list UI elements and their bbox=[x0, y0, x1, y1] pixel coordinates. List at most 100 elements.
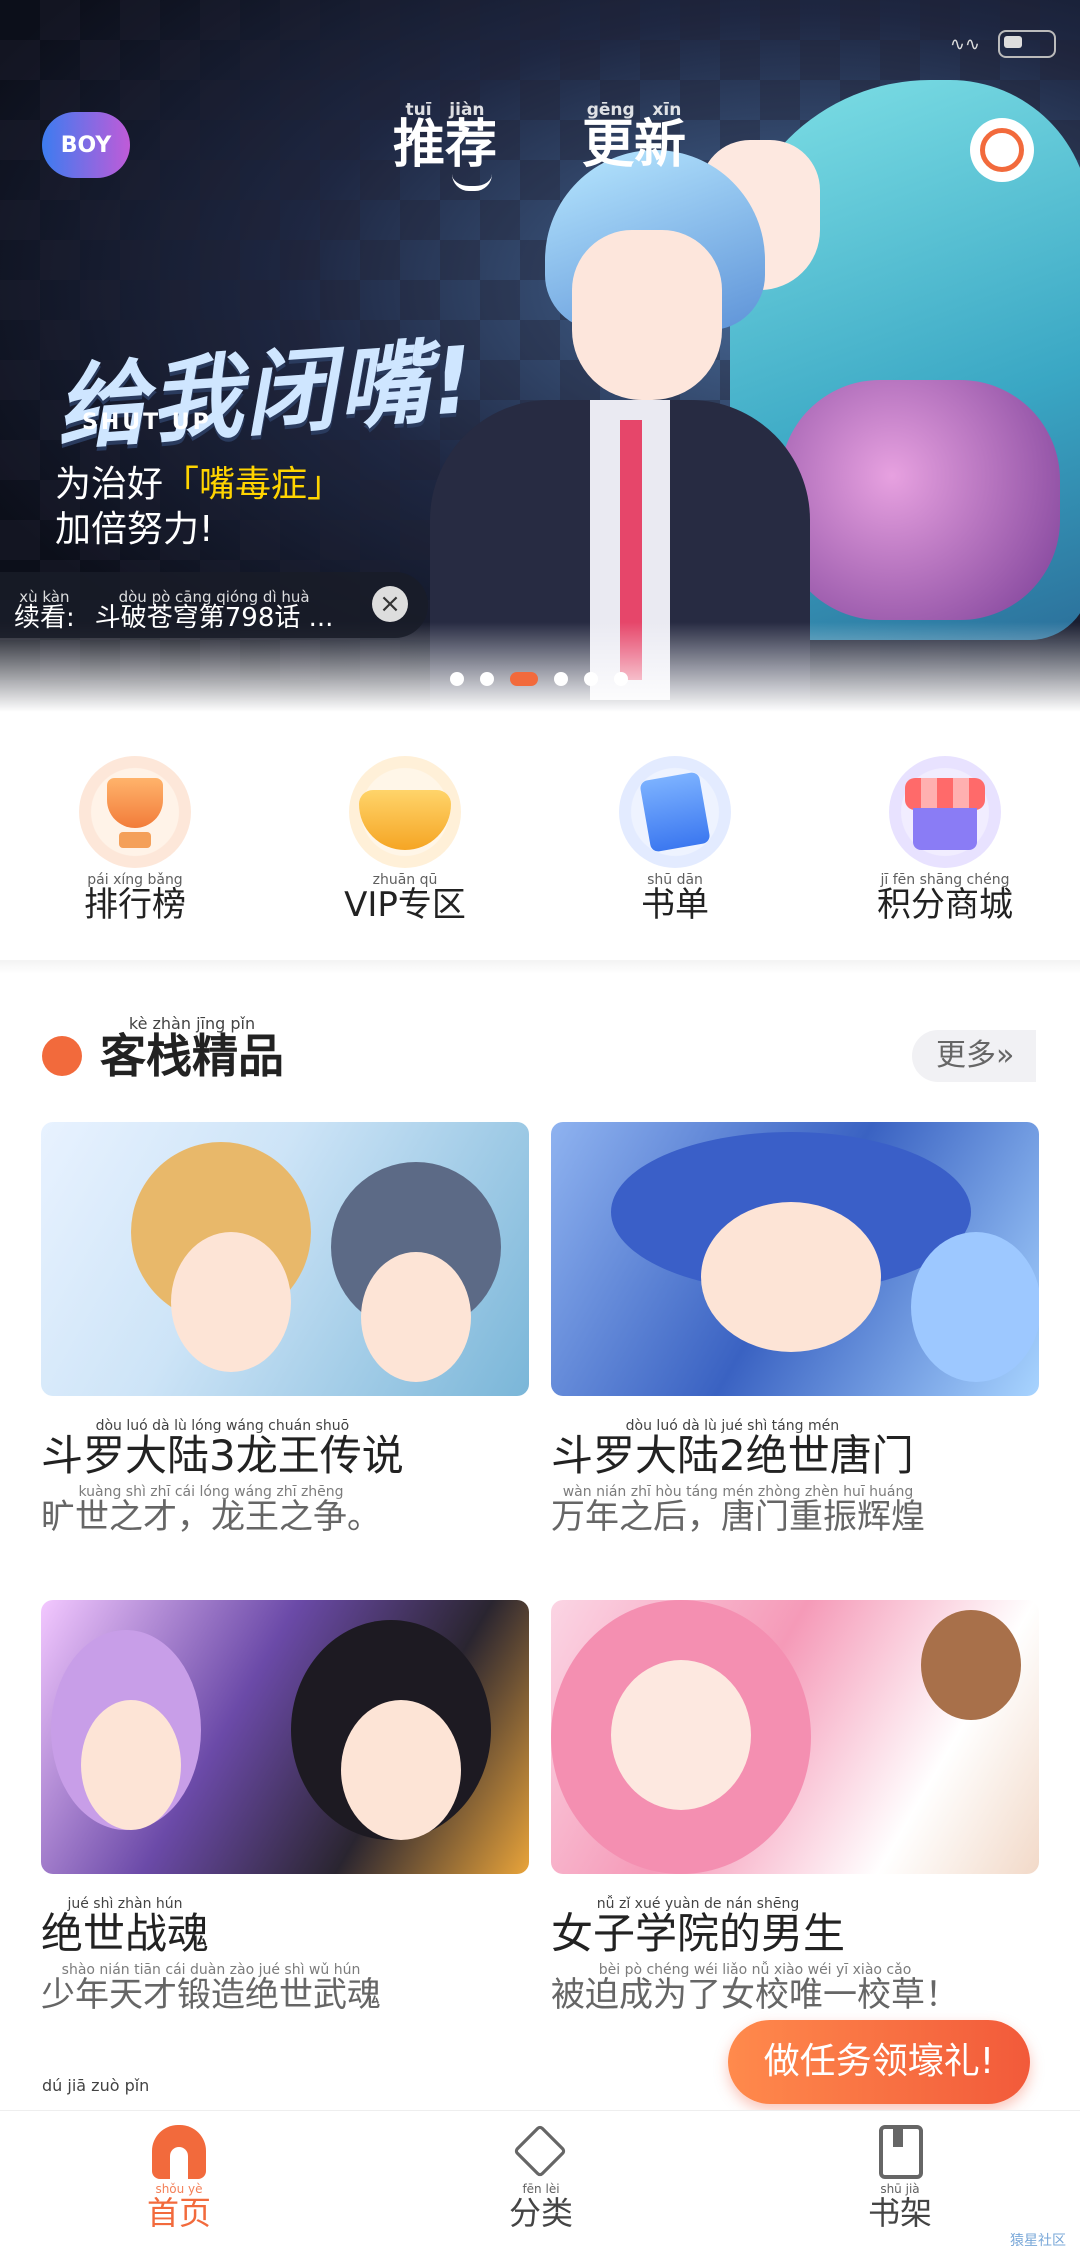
section-title-text: 客栈精品 bbox=[100, 1029, 284, 1083]
more-label: 更多 bbox=[936, 1038, 996, 1073]
continue-value-pinyin: dòu pò cāng qióng dì huà bbox=[118, 587, 310, 606]
banner-tagline-highlight: 「嘴毒症」 bbox=[163, 464, 344, 505]
comic-title-pinyin: dòu luó dà lù lóng wáng chuán shuō bbox=[95, 1418, 350, 1434]
section-divider bbox=[0, 960, 1080, 974]
continue-value: dòu pò cāng qióng dì huà 斗破苍穹第798话 ... bbox=[95, 589, 334, 632]
comic-desc-pinyin: bèi pò chéng wéi liǎo nǚ xiào wéi yī xià… bbox=[598, 1962, 912, 1979]
comic-desc-pinyin: shào nián tiān cái duàn zào jué shì wǔ h… bbox=[61, 1962, 361, 1979]
quick-link-label: shū dān 书单 bbox=[641, 872, 709, 924]
quick-links: pái xíng bǎng 排行榜 zhuān qū VIP专区 shū dān… bbox=[0, 730, 1080, 960]
comic-desc-pinyin: kuàng shì zhī cái lóng wáng zhī zhēng bbox=[78, 1484, 344, 1501]
continue-label-text: 续看: bbox=[14, 602, 75, 633]
comic-title-pinyin: nǚ zǐ xué yuàn de nán shēng bbox=[596, 1896, 800, 1912]
comic-desc-text: 万年之后，唐门重振辉煌 bbox=[551, 1497, 925, 1538]
continue-label-pinyin: xù kàn bbox=[19, 587, 70, 606]
close-icon[interactable]: × bbox=[372, 586, 408, 622]
comic-cover bbox=[41, 1600, 529, 1874]
carousel-dot bbox=[480, 672, 494, 686]
banner-tagline-2: 加倍努力! bbox=[55, 509, 214, 550]
tab-recommend-pinyin: tuī jiàn bbox=[405, 100, 485, 120]
section-title-pinyin: kè zhàn jīng pǐn bbox=[128, 1014, 256, 1033]
gender-toggle-button[interactable]: BOY bbox=[42, 112, 130, 178]
comic-card[interactable]: nǚ zǐ xué yuàn de nán shēng 女子学院的男生 bèi … bbox=[551, 1600, 1039, 2014]
quick-link-ranking[interactable]: pái xíng bǎng 排行榜 bbox=[35, 730, 235, 924]
nav-bookshelf[interactable]: shū jià 书架 bbox=[800, 2111, 1000, 2231]
tab-update[interactable]: gēng xīn 更新 bbox=[582, 102, 686, 173]
next-section-pinyin: dú jiā zuò pǐn bbox=[42, 2076, 150, 2095]
comic-title: dòu luó dà lù lóng wáng chuán shuō 斗罗大陆3… bbox=[41, 1418, 404, 1478]
task-reward-button[interactable]: 做任务领壕礼! bbox=[728, 2020, 1030, 2104]
banner-character-dress bbox=[780, 380, 1060, 620]
carousel-dot bbox=[450, 672, 464, 686]
book-list-icon bbox=[619, 756, 731, 868]
continue-label: xù kàn 续看: bbox=[14, 589, 75, 632]
search-button[interactable] bbox=[970, 118, 1034, 182]
comic-desc-text: 旷世之才，龙王之争。 bbox=[41, 1497, 381, 1538]
nav-text: 分类 bbox=[508, 2194, 573, 2232]
quick-link-pinyin: jī fēn shāng chéng bbox=[880, 872, 1010, 888]
quick-link-label: pái xíng bǎng 排行榜 bbox=[84, 872, 186, 924]
comic-desc-text: 被迫成为了女校唯一校草！ bbox=[551, 1975, 959, 2016]
nav-pinyin: shǒu yè bbox=[155, 2182, 203, 2196]
trophy-icon bbox=[79, 756, 191, 868]
banner-subtitle: SHUT UP bbox=[82, 410, 212, 435]
quick-link-pinyin: shū dān bbox=[647, 872, 703, 888]
signal-icon: ∿∿ bbox=[949, 33, 980, 55]
crown-icon bbox=[349, 756, 461, 868]
nav-pinyin: shū jià bbox=[880, 2182, 920, 2196]
quick-link-vip[interactable]: zhuān qū VIP专区 bbox=[305, 730, 505, 924]
carousel-dot-active bbox=[510, 672, 538, 686]
quick-link-booklist[interactable]: shū dān 书单 bbox=[575, 730, 775, 924]
quick-link-text: 积分商城 bbox=[877, 885, 1013, 925]
quick-link-label: jī fēn shāng chéng 积分商城 bbox=[877, 872, 1013, 924]
quick-link-label: zhuān qū VIP专区 bbox=[344, 872, 466, 924]
banner-character-boy-face bbox=[572, 230, 722, 400]
banner-tagline-prefix: 为治好 bbox=[55, 464, 164, 505]
nav-category[interactable]: fēn lèi 分类 bbox=[441, 2111, 641, 2231]
continue-reading-bar[interactable]: xù kàn 续看: dòu pò cāng qióng dì huà 斗破苍穹… bbox=[0, 572, 428, 638]
nav-label: fēn lèi 分类 bbox=[509, 2181, 573, 2231]
status-bar: ∿∿ bbox=[950, 30, 1056, 58]
tab-recommend[interactable]: tuī jiàn 推荐 bbox=[393, 102, 497, 173]
comic-cover bbox=[41, 1122, 529, 1396]
next-section-title: dú jiā zuò pǐn bbox=[42, 2078, 149, 2094]
continue-value-text: 斗破苍穹第798话 ... bbox=[94, 602, 334, 633]
quick-link-text: VIP专区 bbox=[344, 885, 466, 925]
comic-description: kuàng shì zhī cái lóng wáng zhī zhēng 旷世… bbox=[41, 1484, 381, 1536]
home-icon bbox=[152, 2125, 206, 2179]
comic-card[interactable]: dòu luó dà lù jué shì táng mén 斗罗大陆2绝世唐门… bbox=[551, 1122, 1039, 1536]
watermark: 猿星社区 bbox=[1010, 2233, 1066, 2249]
comic-cover bbox=[551, 1600, 1039, 1874]
nav-home[interactable]: shǒu yè 首页 bbox=[79, 2111, 279, 2231]
more-button[interactable]: 更多» bbox=[912, 1030, 1036, 1082]
comic-title: dòu luó dà lù jué shì táng mén 斗罗大陆2绝世唐门 bbox=[551, 1418, 914, 1478]
quick-link-text: 排行榜 bbox=[84, 885, 186, 925]
search-icon bbox=[980, 128, 1024, 172]
comic-title: jué shì zhàn hún 绝世战魂 bbox=[41, 1896, 209, 1956]
comic-description: wàn nián zhī hòu táng mén zhòng zhèn huī… bbox=[551, 1484, 925, 1536]
comic-card[interactable]: jué shì zhàn hún 绝世战魂 shào nián tiān cái… bbox=[41, 1600, 529, 2014]
battery-icon bbox=[998, 30, 1056, 58]
nav-label: shǒu yè 首页 bbox=[147, 2181, 211, 2231]
comic-card[interactable]: dòu luó dà lù lóng wáng chuán shuō 斗罗大陆3… bbox=[41, 1122, 529, 1536]
chevron-right-icon: » bbox=[996, 1038, 1015, 1073]
tab-update-pinyin: gēng xīn bbox=[586, 100, 682, 120]
comic-title-text: 斗罗大陆3龙王传说 bbox=[41, 1431, 404, 1480]
comic-desc-text: 少年天才锻造绝世武魂 bbox=[41, 1975, 381, 2016]
carousel-dot bbox=[584, 672, 598, 686]
nav-label: shū jià 书架 bbox=[868, 2181, 932, 2231]
quick-link-text: 书单 bbox=[641, 885, 709, 925]
nav-text: 首页 bbox=[146, 2194, 211, 2232]
tab-update-label: 更新 bbox=[582, 115, 687, 175]
quick-link-pinyin: zhuān qū bbox=[372, 872, 438, 888]
tab-recommend-label: 推荐 bbox=[393, 115, 498, 175]
category-icon bbox=[512, 2123, 568, 2179]
comic-title-text: 绝世战魂 bbox=[41, 1909, 210, 1958]
shop-icon bbox=[889, 756, 1001, 868]
comic-title-pinyin: dòu luó dà lù jué shì táng mén bbox=[625, 1418, 840, 1434]
comic-title-text: 斗罗大陆2绝世唐门 bbox=[551, 1431, 914, 1480]
comic-title: nǚ zǐ xué yuàn de nán shēng 女子学院的男生 bbox=[551, 1896, 845, 1956]
carousel-dot bbox=[554, 672, 568, 686]
quick-link-points-shop[interactable]: jī fēn shāng chéng 积分商城 bbox=[845, 730, 1045, 924]
comic-title-text: 女子学院的男生 bbox=[551, 1909, 846, 1958]
